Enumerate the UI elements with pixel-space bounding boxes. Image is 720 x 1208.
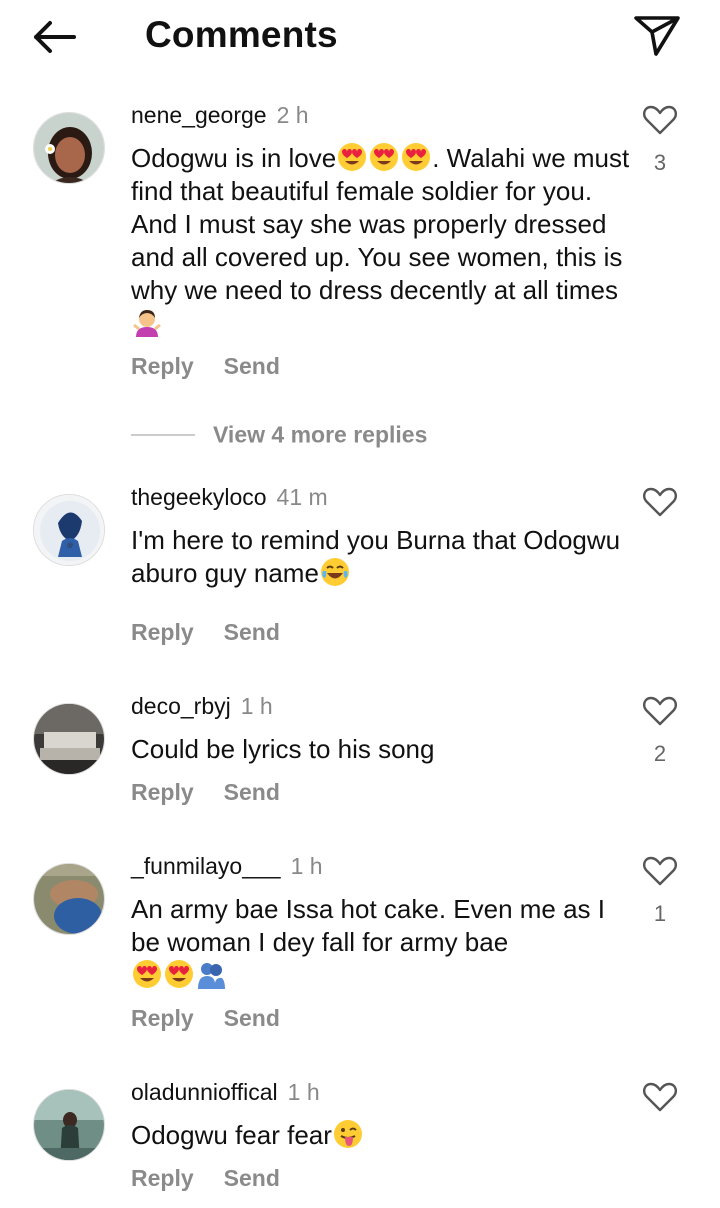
- people-hugging-emoji-icon: [198, 963, 225, 989]
- heart-eyes-emoji-icon: [133, 960, 161, 988]
- like-count: 1: [653, 901, 667, 926]
- avatar[interactable]: [33, 703, 105, 775]
- comment-text: Could be lyrics to his song: [131, 734, 435, 764]
- send-button[interactable]: Send: [224, 779, 280, 805]
- comment-username[interactable]: deco_rbyj: [131, 693, 231, 719]
- page-title: Comments: [145, 14, 338, 55]
- send-button[interactable]: Send: [224, 1005, 280, 1031]
- send-button[interactable]: Send: [224, 353, 280, 379]
- comment-username[interactable]: oladunnioffical: [131, 1079, 278, 1105]
- comment-text: An army bae Issa hot cake. Even me as I …: [131, 893, 631, 992]
- comment-username[interactable]: thegeekyloco: [131, 484, 267, 510]
- heart-eyes-emoji-icon: [370, 143, 399, 171]
- woman-shrugging-emoji-icon: [132, 308, 162, 337]
- send-icon[interactable]: [632, 12, 682, 58]
- comment-text: I'm here to remind you Burna that Odogwu…: [131, 525, 621, 588]
- like-heart-icon[interactable]: [642, 1081, 678, 1113]
- face-with-tongue-emoji-icon: [332, 1119, 363, 1149]
- like-heart-icon[interactable]: [642, 695, 678, 727]
- avatar[interactable]: [33, 112, 105, 184]
- back-arrow-icon[interactable]: [26, 14, 84, 60]
- header: Comments: [0, 0, 720, 80]
- heart-eyes-emoji-icon: [338, 143, 367, 171]
- heart-eyes-emoji-icon: [402, 143, 431, 171]
- comment-username[interactable]: nene_george: [131, 102, 267, 128]
- comment-text: Odogwu is in love. Walahi we must find t…: [131, 142, 631, 340]
- like-heart-icon[interactable]: [642, 486, 678, 518]
- send-button[interactable]: Send: [224, 1165, 280, 1191]
- reply-button[interactable]: Reply: [131, 353, 194, 379]
- avatar[interactable]: [33, 1089, 105, 1161]
- view-more-replies: View 4 more replies: [131, 420, 427, 450]
- avatar[interactable]: @: [33, 494, 105, 566]
- comment-time: 1 h: [290, 853, 323, 879]
- reply-button[interactable]: Reply: [131, 1165, 194, 1191]
- comment-time: 1 h: [287, 1079, 320, 1105]
- comment-text: Odogwu fear fear: [131, 1119, 631, 1152]
- face-with-tears-of-joy-emoji-icon: [319, 557, 350, 587]
- view-more-replies-button[interactable]: View 4 more replies: [213, 421, 427, 447]
- reply-button[interactable]: Reply: [131, 619, 194, 645]
- reply-button[interactable]: Reply: [131, 1005, 194, 1031]
- like-heart-icon[interactable]: [642, 855, 678, 887]
- comment-time: 2 h: [276, 102, 309, 128]
- comment-time: 41 m: [276, 484, 328, 510]
- like-count: 3: [653, 150, 667, 175]
- reply-button[interactable]: Reply: [131, 779, 194, 805]
- svg-text:@: @: [67, 542, 73, 549]
- send-button[interactable]: Send: [224, 619, 280, 645]
- comment-time: 1 h: [240, 693, 273, 719]
- like-count: 2: [653, 741, 667, 766]
- avatar[interactable]: [33, 863, 105, 935]
- heart-eyes-emoji-icon: [165, 960, 193, 988]
- replies-divider: [131, 433, 195, 436]
- comment-username[interactable]: _funmilayo___: [131, 853, 281, 879]
- like-heart-icon[interactable]: [642, 104, 678, 136]
